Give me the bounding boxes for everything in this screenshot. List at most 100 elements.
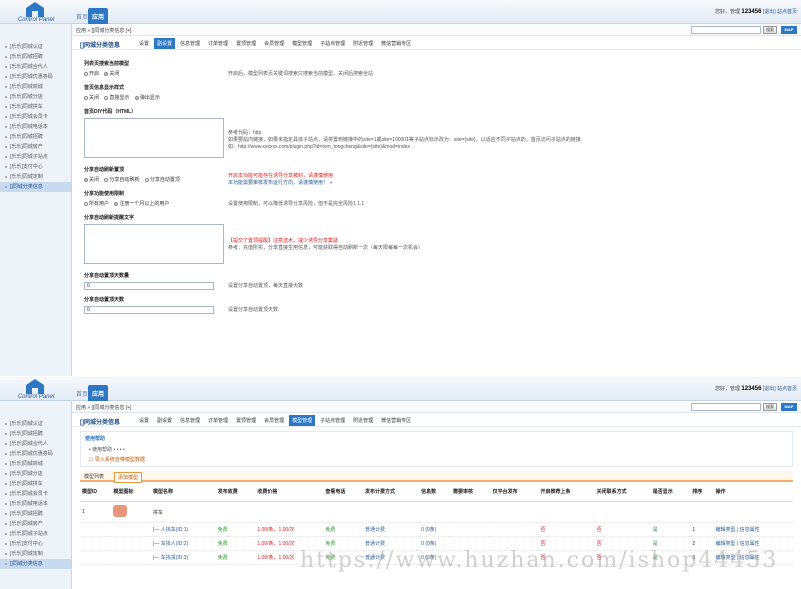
count-input[interactable]: 0 [84,282,214,290]
sidebar-item[interactable]: [乐乐]同城房产 [0,142,71,152]
sidebar-item[interactable]: [乐乐]同城分店 [0,469,71,479]
subnav-tab[interactable]: 会员管理 [261,415,287,426]
subnav-tab[interactable]: 设置 [136,415,152,426]
info-tip[interactable]: 本功能需要审核发布运行方向，请谨慎使用！ » [228,180,332,187]
subnav-tab[interactable]: 副设置 [154,38,176,49]
sidebar-item[interactable]: [乐乐]同城合代人 [0,439,71,449]
import-model-link[interactable]: ☐ 导入系统自带模型数据 [89,456,145,463]
top-bar: Control Panel 首页 应用 您好，管理 123456 [退出] 站点… [0,377,801,401]
search-input[interactable] [691,26,761,34]
sidebar-item[interactable]: [乐乐]同城认证 [0,42,71,52]
sidebar-item[interactable]: [乐乐]同城商城 [0,459,71,469]
days-input[interactable]: 0 [84,306,214,314]
screenshot-settings: Control Panel 首页 应用 您好，管理 123456 [退出] 站点… [0,0,801,376]
sidebar-item[interactable]: [乐乐]同城会员卡 [0,489,71,499]
subnav-tab[interactable]: 置顶管理 [233,38,259,49]
sidebar-item[interactable]: [乐乐]同城优惠劵码 [0,449,71,459]
radio-option[interactable]: 直接显示 [104,94,129,101]
sidebar-item[interactable]: [乐乐]同城定制 [0,549,71,559]
map-button[interactable]: MAP [781,403,797,411]
remind-textarea[interactable] [84,224,224,264]
radio-option[interactable]: 分享自动刷新 [104,176,139,183]
cell-count: 0 (0条) [419,536,451,551]
site-home-link[interactable]: 站点首页 [777,9,797,15]
cell-op[interactable]: 编辑类型 | 信息属性 [713,550,793,565]
radio-option[interactable]: 开启 [84,70,99,77]
cell-empty [450,522,491,537]
column-header: 收费价格 [255,482,324,502]
cell-rec: 否 [538,522,595,537]
sidebar-item[interactable]: [乐乐]支付中心 [0,539,71,549]
subnav-tab[interactable]: 副设置 [154,415,175,426]
subnav-tab[interactable]: 会员管理 [261,38,287,49]
radio-option[interactable]: 分享自动置顶 [144,176,180,183]
sidebar-item[interactable]: [乐乐]同城分店 [0,92,71,102]
cell-empty [490,536,539,551]
cell-show: 是 [650,522,691,537]
subnav-tab[interactable]: 订单管理 [205,415,231,426]
sidebar-item[interactable]: [乐乐]同城招聘 [0,509,71,519]
subnav-tab[interactable]: 附近管理 [350,415,376,426]
sidebar-item[interactable]: [乐乐]同城招聘 [0,52,71,62]
table-row: |— 人找车(ID:1) 免费 1.00/条，1.00/次 免费 普通计费 0 (0条) 否… [80,522,793,537]
diy-html-textarea[interactable] [84,118,224,158]
subnav-tab[interactable]: 订单管理 [205,38,231,49]
sidebar-item[interactable]: [乐乐]同城电话本 [0,122,71,132]
search-button[interactable]: 搜索 [763,26,777,34]
radio-option[interactable]: 所有用户 [84,200,109,207]
sidebar-item[interactable]: [乐乐]同城合代人 [0,62,71,72]
sidebar-item[interactable]: [乐乐]同城拼车 [0,102,71,112]
sidebar-item[interactable]: []同城分类信息 [0,182,71,192]
subnav-tab[interactable]: 信息管理 [177,38,203,49]
logo: Control Panel [6,379,66,401]
sidebar-item[interactable]: [乐乐]同城房产 [0,519,71,529]
subnav-tab[interactable]: 模型管理 [289,415,316,426]
model-list-tab[interactable]: 模型列表 [84,473,104,480]
sidebar-item[interactable]: []同城分类信息 [0,559,71,569]
sidebar-item[interactable]: [乐乐]同城子站点 [0,529,71,539]
cell-billing: 普通计费 [363,522,420,537]
radio-option[interactable]: 关闭 [104,70,119,77]
search-input[interactable] [691,403,761,411]
logout-link[interactable]: [退出] [763,9,776,15]
sidebar-item[interactable]: [乐乐]支付中心 [0,162,71,172]
subnav-tab[interactable]: 微信营销专区 [378,38,414,49]
subnav-tab[interactable]: 微信营销专区 [378,415,414,426]
sidebar-item[interactable]: [乐乐]同城招聘 [0,429,71,439]
sidebar-item[interactable]: [乐乐]同城拼车 [0,479,71,489]
top-bar: Control Panel 首页 应用 您好，管理 123456 [退出] 站点… [0,0,801,24]
sidebar-item[interactable]: [乐乐]同城优惠劵码 [0,72,71,82]
radio-option[interactable]: 关闭 [84,176,99,183]
subnav-tab[interactable]: 信息管理 [177,415,203,426]
radio-option[interactable]: 弹出显示 [134,94,160,101]
subnav-tab[interactable]: 子站点管理 [317,415,348,426]
field-tip: 开启后，模型列表页关键词搜索只搜索当前模型，关闭后搜索全站 [228,71,374,77]
subnav-tab[interactable]: 子站点管理 [317,38,348,49]
cell-op[interactable]: 编辑类型 | 信息属性 [713,536,793,551]
subnav-tab[interactable]: 模型管理 [289,38,315,49]
sidebar-item[interactable]: [乐乐]同城商城 [0,82,71,92]
map-button[interactable]: MAP [781,26,797,34]
radio-option[interactable]: 注册一个月以上的用户 [114,200,169,207]
sidebar-item[interactable]: [乐乐]同城会员卡 [0,112,71,122]
sidebar-item[interactable]: [乐乐]同城电话本 [0,499,71,509]
search-button[interactable]: 搜索 [763,403,777,411]
sidebar-item[interactable]: [乐乐]同城子站点 [0,152,71,162]
user-name: 123456 [741,9,762,15]
logout-link[interactable]: [退出] [763,386,776,392]
column-header: 发布收费 [215,482,256,502]
sidebar-item[interactable]: [乐乐]同城招聘 [0,132,71,142]
add-model-button[interactable]: 添加模型 [114,472,143,483]
site-home-link[interactable]: 站点首页 [777,386,797,392]
table-header: 模型ID 模型图标 模型名称 发布收费 收费价格 查看电话 发布计费方式 信息数 需要审核 仅平台… [80,482,793,502]
model-id: 1 [80,501,112,523]
subnav-tab[interactable]: 设置 [136,38,152,49]
sidebar-item[interactable]: [乐乐]同城定制 [0,172,71,182]
tab-apps[interactable]: 应用 [88,385,109,401]
radio-option[interactable]: 关闭 [84,94,99,101]
subnav-tab[interactable]: 附近管理 [350,38,376,49]
subnav-tab[interactable]: 置顶管理 [233,415,259,426]
tab-apps[interactable]: 应用 [88,8,109,24]
sidebar-item[interactable]: [乐乐]同城认证 [0,419,71,429]
cell-op[interactable]: 编辑类型 | 信息属性 [713,522,793,537]
